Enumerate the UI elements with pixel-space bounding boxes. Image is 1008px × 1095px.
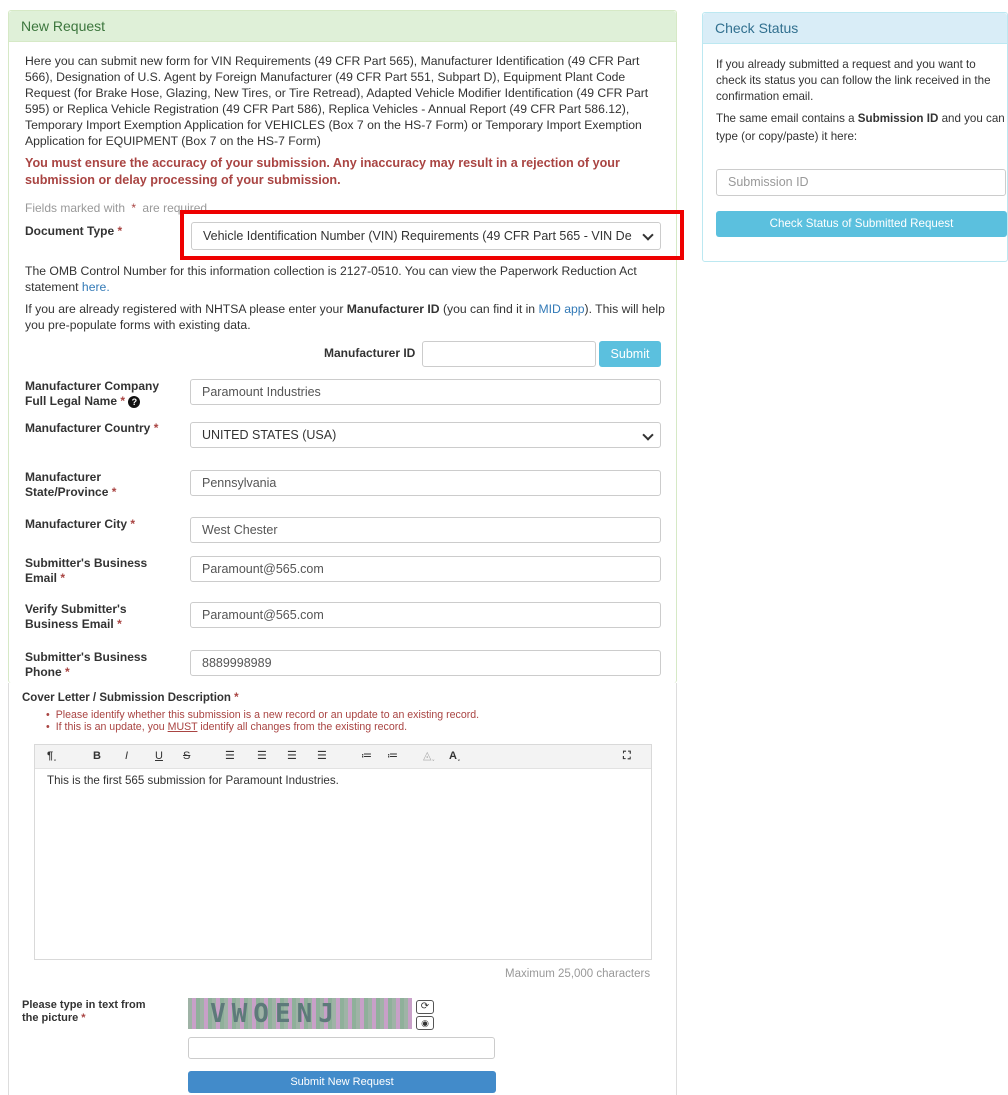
refresh-icon[interactable]: ⟳ [416, 1000, 434, 1014]
company-label: Manufacturer Company Full Legal Name * ? [25, 379, 160, 408]
country-label: Manufacturer Country * [25, 421, 159, 435]
check-status-button[interactable]: Check Status of Submitted Request [716, 211, 1007, 237]
submission-id-input[interactable]: Submission ID [716, 169, 1006, 196]
highlight-color-icon[interactable]: ◬˯ [423, 745, 435, 767]
phone-label: Submitter's Business Phone * [25, 650, 148, 679]
underline-icon[interactable]: U [155, 745, 163, 767]
omb-here-link[interactable]: here. [82, 280, 110, 294]
check-status-heading: Check Status [703, 13, 1007, 44]
verify-email-input[interactable]: Paramount@565.com [190, 602, 661, 628]
new-request-heading: New Request [9, 11, 676, 42]
intro-text: Here you can submit new form for VIN Req… [25, 54, 649, 148]
company-name-input[interactable]: Paramount Industries [190, 379, 661, 405]
cover-letter-label: Cover Letter / Submission Description * [22, 692, 239, 704]
city-input[interactable]: West Chester [190, 517, 661, 543]
captcha-image: VWOENJ [188, 998, 412, 1029]
audio-icon[interactable]: ◉ [416, 1016, 434, 1030]
mid-text-bold: Manufacturer ID [346, 302, 440, 316]
strikethrough-icon[interactable]: S [183, 745, 190, 767]
max-characters-note: Maximum 25,000 characters [505, 968, 651, 980]
email-input[interactable]: Paramount@565.com [190, 556, 661, 582]
paragraph-icon[interactable]: ¶˯ [47, 745, 57, 767]
font-color-icon[interactable]: A˯ [449, 745, 461, 767]
accuracy-warning: You must ensure the accuracy of your sub… [25, 156, 620, 187]
bold-icon[interactable]: B [93, 745, 101, 767]
state-label: Manufacturer State/Province * [25, 470, 117, 499]
captcha-input[interactable] [188, 1037, 495, 1059]
city-label: Manufacturer City * [25, 517, 136, 531]
left-border [8, 683, 9, 1095]
country-value: UNITED STATES (USA) [202, 428, 337, 442]
check-status-text: If you already submitted a request and y… [716, 58, 991, 103]
align-right-icon[interactable]: ☰ [287, 745, 297, 767]
captcha-text: VWOENJ [210, 999, 340, 1029]
required-star: * [131, 201, 137, 215]
highlight-box [180, 210, 684, 260]
align-left-icon[interactable]: ☰ [225, 745, 235, 767]
fullscreen-icon[interactable]: ⛶ [623, 745, 631, 767]
required-note-pre: Fields marked with [25, 201, 126, 215]
numbered-list-icon[interactable]: ≔ [387, 745, 398, 767]
email-label: Submitter's Business Email * [25, 556, 148, 585]
verify-email-label: Verify Submitter's Business Email * [25, 602, 127, 631]
question-circle-icon[interactable]: ? [128, 395, 141, 408]
chevron-down-icon [642, 429, 654, 441]
required-star: * [117, 224, 123, 238]
mid-app-link[interactable]: MID app [538, 302, 584, 316]
country-select[interactable]: UNITED STATES (USA) [190, 422, 661, 448]
submit-new-request-button[interactable]: Submit New Request [188, 1071, 496, 1093]
submission-id-instructions: The same email contains a Submission ID … [716, 112, 1005, 143]
editor-toolbar: ¶˯ B I U S ☰ ☰ ☰ ☰ ≔ ≔ ◬˯ A˯ ⛶ [35, 745, 651, 769]
mid-instructions: If you are already registered with NHTSA… [25, 301, 665, 333]
state-input[interactable]: Pennsylvania [190, 470, 661, 496]
instruction-item: If this is an update, you MUST identify … [46, 721, 479, 733]
omb-text: The OMB Control Number for this informat… [25, 264, 637, 294]
manufacturer-submit-button[interactable]: Submit [599, 341, 661, 367]
instruction-item: Please identify whether this submission … [46, 709, 479, 721]
captcha-label: Please type in text from the picture * [22, 999, 146, 1024]
omb-statement: The OMB Control Number for this informat… [25, 263, 665, 295]
cover-letter-instructions: Please identify whether this submission … [46, 709, 479, 733]
document-type-label: Document Type * [25, 224, 122, 239]
right-border [676, 683, 677, 1095]
document-type-label-text: Document Type [25, 224, 115, 238]
justify-icon[interactable]: ☰ [317, 745, 327, 767]
phone-input[interactable]: 8889998989 [190, 650, 661, 676]
mid-text-2: (you can find it in [442, 302, 536, 316]
align-center-icon[interactable]: ☰ [257, 745, 267, 767]
manufacturer-id-label: Manufacturer ID [324, 346, 416, 360]
manufacturer-id-input[interactable] [422, 341, 596, 367]
italic-icon[interactable]: I [125, 745, 128, 767]
editor-content[interactable]: This is the first 565 submission for Par… [47, 774, 339, 787]
mid-text-1: If you are already registered with NHTSA… [25, 302, 344, 316]
bullet-list-icon[interactable]: ≔ [361, 745, 372, 767]
rich-text-editor[interactable]: ¶˯ B I U S ☰ ☰ ☰ ☰ ≔ ≔ ◬˯ A˯ ⛶ This is t… [34, 744, 652, 960]
